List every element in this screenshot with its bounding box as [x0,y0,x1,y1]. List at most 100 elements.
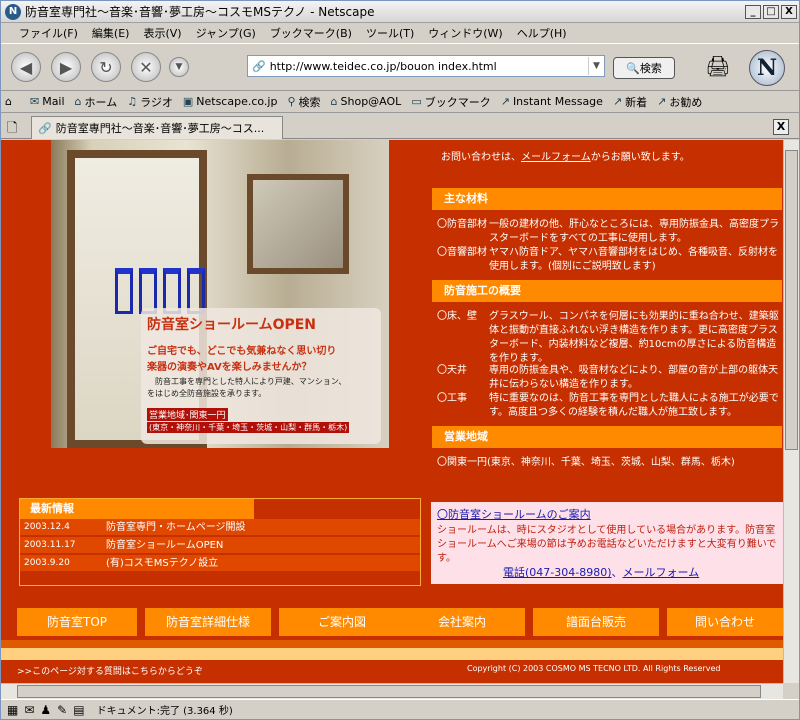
menu-help[interactable]: ヘルプ(H) [517,25,567,41]
bookmark-instant-message[interactable]: ↗ Instant Message [501,95,603,108]
scrollbar-thumb[interactable] [785,150,798,450]
news-date: 2003.9.20 [24,558,70,568]
nav-button-music-stand[interactable]: 譜面台販売 [533,608,659,636]
menu-bookmarks[interactable]: ブックマーク(B) [270,25,352,41]
stop-button[interactable]: ✕ [131,52,161,82]
house-icon: ⌂ [74,95,82,108]
bookmark-label: Mail [42,95,65,108]
item-value: グラスウール、コンパネを何層にも効果的に重ね合わせ、建築躯体と振動が直接ふれない… [489,311,779,364]
new-tab-icon[interactable]: 🗋 [7,119,17,141]
window-title: 防音室専門社～音楽･音響･夢工房～コスモMSテクノ - Netscape [25,5,375,19]
bookmark-search[interactable]: ⚲ 検索 [287,94,320,110]
menu-window[interactable]: ウィンドウ(W) [428,25,502,41]
reload-button[interactable]: ↻ [91,52,121,82]
phone-link[interactable]: 電話(047-304-8980) [503,566,612,579]
bookmark-radio[interactable]: ♫ ラジオ [127,94,173,110]
bookmark-netscape[interactable]: ▣ Netscape.co.jp [183,95,278,108]
separator: 、 [611,566,623,579]
item-value: ヤマハ防音ドア、ヤマハ音響部材をはじめ、各種吸音、反射材を使用します。(個別にご… [489,247,778,272]
showroom-info-box: 〇防音室ショールームのご案内 ショールームは、時にスタジオとして使用している場合… [431,502,783,584]
forward-button[interactable]: ▶ [51,52,81,82]
tab-active[interactable]: 🔗 防音室専門社～音楽･音響･夢工房～コス... [31,116,283,139]
footer-question-link[interactable]: >>このページ対する質問はこちらからどうぞ [17,664,203,677]
item-value: 一般の建材の他、肝心なところには、専用防振金具、高密度プラスターボードをすべての… [489,219,779,244]
footer-band [1,648,783,660]
navigation-toolbar: ◀ ▶ ↻ ✕ ▼ 🔗 ▼ 🔍検索 🖨 N [1,43,799,91]
nav-button-contact[interactable]: 問い合わせ [667,608,783,636]
item-value: 特に重要なのは、防音工事を専門とした職人による施工が必要です。高度且つ多くの経験… [489,393,779,418]
bookmark-label: Instant Message [512,95,603,108]
news-text: 防音室専門・ホームページ開設 [106,522,246,533]
home-toolbar-icon[interactable]: ⌂ [5,95,12,108]
list-item: 〇防音部材 一般の建材の他、肝心なところには、専用防振金具、高密度プラスターボー… [437,218,781,246]
nav-button-company[interactable]: 会社案内 [399,608,525,636]
forward-arrow-icon: ▶ [59,57,73,77]
maximize-button[interactable]: □ [763,4,779,19]
bookmark-bookmarks[interactable]: ▭ ブックマーク [411,94,490,110]
mail-form-link[interactable]: メールフォーム [521,152,591,163]
menu-view[interactable]: 表示(V) [143,25,181,41]
url-bar[interactable]: 🔗 ▼ [247,55,605,77]
back-arrow-icon: ◀ [19,57,33,77]
url-dropdown-icon[interactable]: ▼ [588,57,604,75]
vertical-scrollbar[interactable] [783,140,799,683]
mail-icon[interactable]: ✉ [24,703,34,717]
search-icon: 🔍 [626,61,640,75]
showroom-title-link[interactable]: 〇防音室ショールームのご案内 [437,506,591,522]
news-text: 防音室ショールームOPEN [106,540,224,551]
nav-button-top[interactable]: 防音室TOP [17,608,137,636]
bookmark-shop[interactable]: ⌂ Shop@AOL [331,95,402,108]
aim-icon[interactable]: ♟ [40,703,51,717]
close-window-button[interactable]: X [781,4,797,19]
page-icon: 🔗 [252,59,266,73]
item-key: 〇工事 [437,393,467,404]
bookmark-mail[interactable]: ✉ Mail [30,95,65,108]
my-icon: ▣ [182,95,194,108]
news-text: (有)コスモMSテクノ設立 [106,558,219,569]
news-row[interactable]: 2003.9.20 (有)コスモMSテクノ設立 [20,555,420,572]
url-input[interactable] [269,59,588,73]
print-icon[interactable]: 🖨 [701,54,735,80]
item-value: 専用の防振金具や、吸音材などにより、部屋の音が上部の躯体天井に伝わらない構造を作… [489,365,779,390]
horizontal-scrollbar[interactable] [1,683,783,699]
list-item: 〇天井 専用の防振金具や、吸音材などにより、部屋の音が上部の躯体天井に伝わらない… [437,364,781,392]
footer-band [1,640,783,648]
mail-form-link[interactable]: メールフォーム [623,566,700,579]
scrollbar-thumb[interactable] [17,685,761,698]
composer-icon[interactable]: ✎ [57,703,67,717]
search-button[interactable]: 🔍 検索 [613,57,675,79]
menu-go[interactable]: ジャンプ(G) [196,25,256,41]
bookmark-label: Shop@AOL [340,95,402,108]
section-construction-title: 防音施工の概要 [432,280,782,302]
link-icon: ↗ [657,95,667,108]
bookmark-label: 新着 [625,95,648,109]
status-bar: ▦ ✉ ♟ ✎ ▤ ドキュメント:完了 (3.364 秒) [1,699,799,719]
minimize-button[interactable]: _ [745,4,761,19]
address-book-icon[interactable]: ▤ [73,703,84,717]
bookmark-recommended[interactable]: ↗ お勧め [657,94,702,110]
menu-tools[interactable]: ツール(T) [366,25,414,41]
shop-icon: ⌂ [330,95,338,108]
promo-line: をはじめ全防音施設を承ります。 [147,389,267,398]
search-label: 検索 [639,62,662,75]
news-row[interactable]: 2003.11.17 防音室ショールームOPEN [20,537,420,554]
menu-edit[interactable]: 編集(E) [92,25,130,41]
back-button[interactable]: ◀ [11,52,41,82]
promo-line: 楽器の演奏やAVを楽しみませんか？ [147,362,312,373]
folder-icon: ▭ [411,95,422,108]
close-tab-button[interactable]: X [773,119,789,135]
history-dropdown-button[interactable]: ▼ [169,57,189,77]
section-materials-title: 主な材料 [432,188,782,210]
nav-button-map[interactable]: ご案内図 [279,608,405,636]
personal-toolbar: ⌂ ✉ Mail ⌂ ホーム ♫ ラジオ ▣ Netscape.co.jp ⚲ 検索 ⌂ S… [1,91,799,113]
bookmark-home[interactable]: ⌂ ホーム [75,94,118,110]
bookmark-new[interactable]: ↗ 新着 [613,94,647,110]
bookmark-label: お勧め [669,95,703,109]
tab-bar: 🗋 🔗 防音室専門社～音楽･音響･夢工房～コス... X [1,113,799,139]
menu-bar: ファイル(F) 編集(E) 表示(V) ジャンプ(G) ブックマーク(B) ツー… [1,23,799,43]
menu-file[interactable]: ファイル(F) [19,25,78,41]
nav-button-spec[interactable]: 防音室詳細仕様 [145,608,271,636]
netscape-logo-icon: N [749,50,785,86]
news-row[interactable]: 2003.12.4 防音室専門・ホームページ開設 [20,519,420,536]
promo-title: 防音室ショールームOPEN [147,317,317,333]
